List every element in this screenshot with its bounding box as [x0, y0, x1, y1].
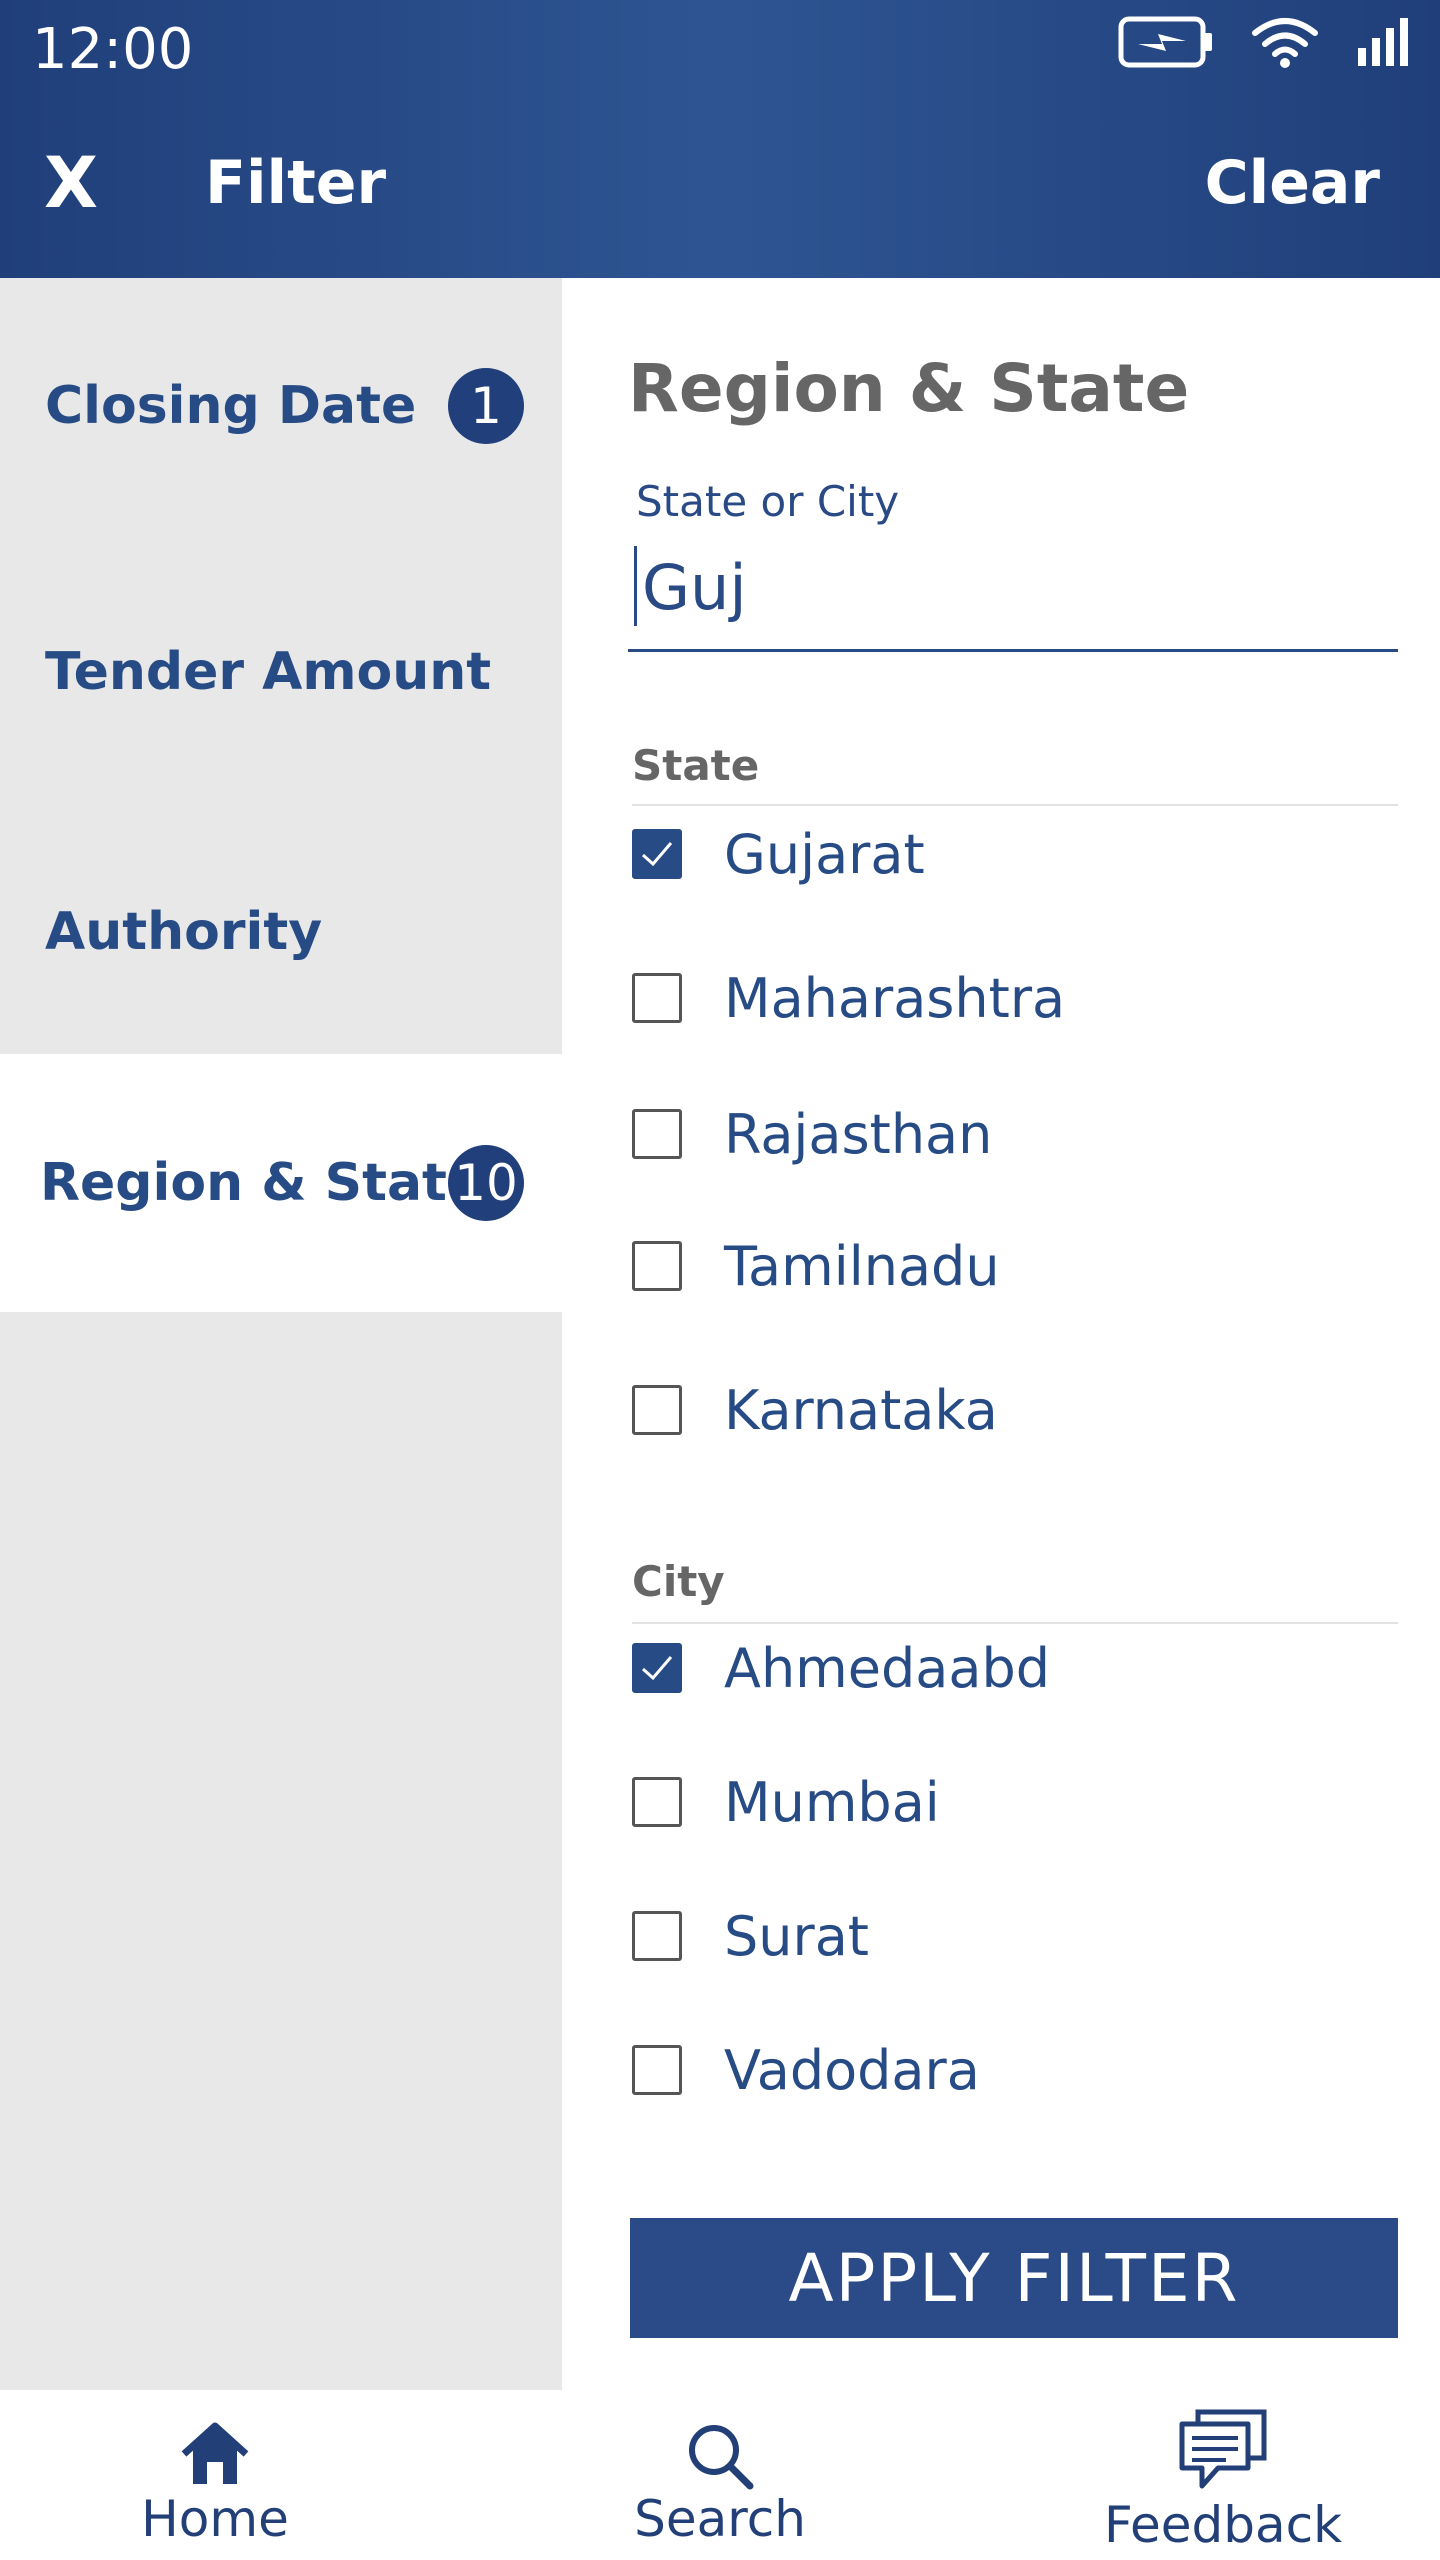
close-button[interactable]: X — [44, 148, 98, 218]
option-label: Karnataka — [724, 1378, 998, 1442]
text-cursor — [634, 546, 637, 626]
nav-home[interactable]: Home — [65, 2390, 365, 2560]
wifi-icon — [1252, 16, 1318, 72]
checkbox-checked[interactable] — [632, 1643, 682, 1693]
checkbox[interactable] — [632, 1911, 682, 1961]
state-option-gujarat[interactable]: Gujarat — [632, 814, 925, 894]
nav-feedback[interactable]: Feedback — [1073, 2390, 1373, 2560]
city-option-mumbai[interactable]: Mumbai — [632, 1762, 940, 1842]
sidebar-item-tender-amount[interactable]: Tender Amount — [0, 544, 562, 800]
state-option-tamilnadu[interactable]: Tamilnadu — [632, 1226, 1000, 1306]
page-title: Filter — [205, 148, 387, 218]
sidebar-item-label: Region & State — [40, 1153, 483, 1213]
sidebar-item-region-state[interactable]: Region & State 10 — [0, 1054, 562, 1312]
count-badge: 10 — [448, 1145, 524, 1221]
option-label: Ahmedaabd — [724, 1636, 1051, 1700]
option-label: Surat — [724, 1904, 869, 1968]
checkbox-checked[interactable] — [632, 829, 682, 879]
checkbox[interactable] — [632, 1385, 682, 1435]
signal-icon — [1356, 16, 1412, 72]
city-option-surat[interactable]: Surat — [632, 1896, 869, 1976]
option-label: Tamilnadu — [724, 1234, 1000, 1298]
checkbox[interactable] — [632, 973, 682, 1023]
option-label: Mumbai — [724, 1770, 940, 1834]
state-section-label: State — [632, 741, 760, 790]
sidebar-item-authority[interactable]: Authority — [0, 810, 562, 1054]
apply-filter-button[interactable]: APPLY FILTER — [630, 2218, 1398, 2338]
state-option-karnataka[interactable]: Karnataka — [632, 1370, 998, 1450]
state-city-search-input[interactable]: Guj — [628, 532, 1398, 652]
checkbox[interactable] — [632, 2045, 682, 2095]
check-icon — [641, 1656, 673, 1681]
count-badge: 1 — [448, 368, 524, 444]
search-input-value: Guj — [642, 551, 747, 624]
sidebar-item-label: Closing Date — [45, 376, 417, 436]
sidebar-item-closing-date[interactable]: Closing Date 1 — [0, 278, 562, 534]
city-option-ahmedaabd[interactable]: Ahmedaabd — [632, 1628, 1050, 1708]
state-option-rajasthan[interactable]: Rajasthan — [632, 1094, 992, 1174]
sidebar-item-label: Authority — [45, 902, 323, 962]
panel-title: Region & State — [628, 350, 1190, 427]
nav-search[interactable]: Search — [570, 2390, 870, 2560]
filter-category-sidebar: Closing Date 1 Tender Amount Authority R… — [0, 278, 562, 2390]
city-section-divider — [632, 1622, 1398, 1624]
option-label: Gujarat — [724, 822, 925, 886]
feedback-icon — [1178, 2408, 1268, 2496]
checkbox[interactable] — [632, 1241, 682, 1291]
clear-button[interactable]: Clear — [1205, 148, 1380, 218]
nav-label: Search — [634, 2490, 806, 2548]
state-option-maharashtra[interactable]: Maharashtra — [632, 958, 1065, 1038]
status-icons — [1118, 14, 1412, 74]
state-section-divider — [632, 804, 1398, 806]
battery-charging-icon — [1118, 16, 1214, 72]
option-label: Rajasthan — [724, 1102, 993, 1166]
bottom-navigation: Home Search Feedback — [0, 2390, 1440, 2560]
city-option-vadodara[interactable]: Vadodara — [632, 2030, 980, 2110]
app-header: 12:00 X Filter Clear — [0, 0, 1440, 278]
search-field-label: State or City — [636, 477, 900, 526]
city-section-label: City — [632, 1557, 725, 1606]
nav-label: Home — [141, 2490, 289, 2548]
checkbox[interactable] — [632, 1109, 682, 1159]
status-time: 12:00 — [32, 17, 194, 82]
option-label: Maharashtra — [724, 966, 1066, 1030]
nav-label: Feedback — [1103, 2496, 1343, 2554]
checkbox[interactable] — [632, 1777, 682, 1827]
check-icon — [641, 842, 673, 867]
sidebar-item-label: Tender Amount — [45, 642, 492, 702]
option-label: Vadodara — [724, 2038, 980, 2102]
home-icon — [180, 2422, 250, 2490]
search-icon — [684, 2420, 756, 2496]
